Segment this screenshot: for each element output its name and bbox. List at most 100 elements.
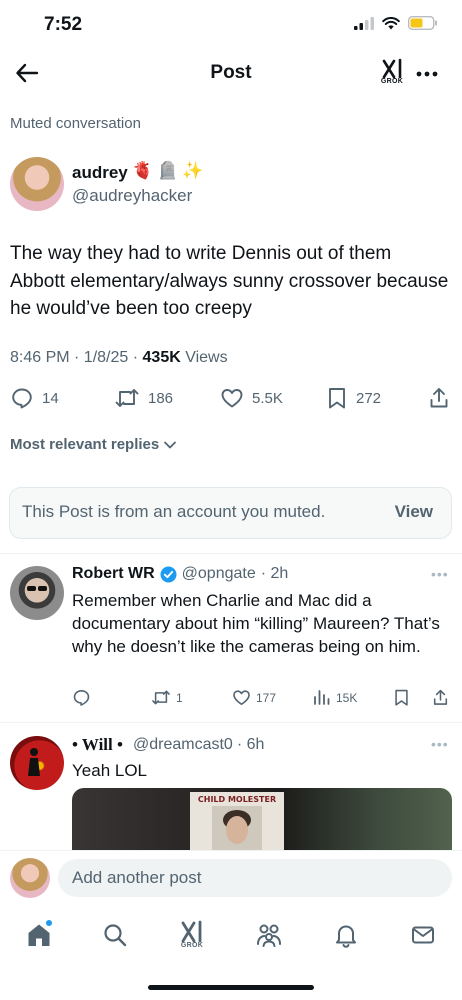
notification-dot (46, 920, 52, 926)
compose-input[interactable]: Add another post (58, 859, 452, 897)
repost-icon (115, 389, 139, 407)
heart-icon (233, 690, 250, 706)
verified-badge-icon (160, 566, 177, 582)
author-handle[interactable]: @audreyhacker (72, 186, 192, 206)
views-count: 435K (142, 349, 181, 366)
author-avatar[interactable] (10, 157, 64, 211)
compose-avatar[interactable] (10, 858, 50, 898)
search-icon (104, 924, 127, 947)
post-meta: 8:46 PM · 1/8/25 · 435K Views (10, 349, 228, 367)
bookmark-button[interactable]: 272 (326, 386, 381, 410)
divider (0, 722, 462, 723)
divider (0, 850, 462, 851)
reply-more-button[interactable]: ••• (431, 566, 449, 582)
reply-share-button[interactable] (432, 688, 449, 707)
battery-icon (408, 16, 437, 30)
post-text: The way they had to write Dennis out of … (10, 243, 449, 319)
reply-author-name[interactable]: Robert WR (72, 565, 155, 583)
headstone-emoji: 🪦 (157, 161, 179, 180)
mail-icon (412, 926, 434, 944)
sparkles-emoji: ✨ (182, 161, 204, 180)
status-icons (354, 16, 438, 30)
bookmark-count: 272 (356, 389, 382, 407)
nav-grok-label: GROK (180, 941, 204, 949)
signal-icon (354, 16, 374, 30)
reply-button[interactable]: 14 (10, 386, 59, 410)
nav-messages[interactable] (406, 918, 440, 952)
divider (0, 553, 462, 554)
muted-notice-text: This Post is from an account you muted. (22, 502, 326, 521)
sort-replies-dropdown[interactable]: Most relevant replies (10, 436, 177, 453)
reply-reply-button[interactable] (72, 688, 96, 707)
muted-post-notice: This Post is from an account you muted. … (9, 487, 452, 539)
share-button[interactable] (428, 386, 450, 410)
wifi-icon (382, 16, 400, 29)
reply-media-image[interactable]: CHILD MOLESTER (72, 788, 452, 850)
share-icon (433, 689, 448, 705)
reply-more-button[interactable]: ••• (431, 736, 449, 752)
reply-like-button[interactable]: 177 (232, 688, 276, 707)
nav-notifications[interactable] (329, 918, 363, 952)
reply-avatar-robert[interactable] (10, 566, 64, 620)
home-indicator (148, 985, 314, 990)
reply-icon (73, 689, 90, 706)
bookmark-icon (329, 388, 345, 409)
repost-icon (152, 690, 170, 705)
nav-grok[interactable]: GROK (175, 914, 209, 954)
views-label: Views (180, 349, 228, 366)
reply-header: Robert WR @opngate · 2h (72, 565, 288, 583)
share-icon (430, 388, 448, 408)
reply-bookmark-button[interactable] (393, 688, 410, 707)
reply-text: Remember when Charlie and Mac did a docu… (72, 591, 440, 656)
compose-placeholder: Add another post (72, 868, 202, 887)
like-count: 5.5K (252, 389, 283, 407)
reply-header: • Will • @dreamcast0 · 6h (72, 735, 264, 755)
reply-views-button[interactable]: 15K (312, 688, 357, 707)
grok-icon (382, 58, 402, 79)
post-timestamp: 8:46 PM · 1/8/25 · (10, 349, 143, 366)
reply-repost-count: 1 (176, 690, 183, 705)
nav-search[interactable] (98, 918, 132, 952)
nav-home[interactable] (22, 918, 56, 952)
status-time: 7:52 (44, 14, 83, 35)
sunglasses-icon (27, 586, 47, 591)
like-button[interactable]: 5.5K (220, 386, 283, 410)
bell-icon (336, 925, 356, 948)
reply-count: 14 (42, 389, 59, 407)
reply-text: Yeah LOL (72, 761, 147, 780)
view-muted-button[interactable]: View (395, 502, 433, 522)
reply-author-name[interactable]: • Will • (72, 735, 123, 755)
reply-avatar-will[interactable] (10, 736, 64, 790)
media-poster: CHILD MOLESTER (190, 792, 284, 850)
bottom-nav: GROK (0, 914, 462, 962)
heart-emoji: 🫀 (132, 161, 154, 180)
nav-communities[interactable] (252, 918, 286, 952)
figure-silhouette-icon (28, 748, 40, 776)
reply-author-handle[interactable]: @opngate (182, 565, 256, 583)
grok-icon (181, 920, 202, 942)
more-options-button[interactable] (414, 62, 440, 86)
grok-label: GROK (380, 78, 404, 85)
views-chart-icon (314, 690, 330, 705)
more-dots-icon (416, 71, 438, 77)
reply-like-count: 177 (256, 690, 277, 705)
reply-icon (12, 388, 32, 409)
poster-title: CHILD MOLESTER (197, 795, 277, 804)
author-name[interactable]: audrey (72, 163, 128, 183)
sort-label: Most relevant replies (10, 436, 160, 453)
grok-button[interactable]: GROK (378, 58, 406, 90)
communities-icon (257, 924, 281, 947)
bookmark-icon (395, 689, 408, 706)
repost-button[interactable]: 186 (114, 386, 173, 410)
muted-conversation-label: Muted conversation (10, 115, 141, 132)
repost-count: 186 (148, 389, 174, 407)
author-emojis: 🫀 🪦 ✨ (132, 161, 204, 181)
reply-author-handle[interactable]: @dreamcast0 (133, 736, 233, 754)
chevron-down-icon (164, 441, 177, 448)
reply-time: · 2h (260, 565, 289, 582)
face-photo-icon (212, 806, 262, 850)
post-actions: 14 186 5.5K 272 (10, 386, 452, 412)
reply-time: · 6h (236, 736, 265, 753)
reply-repost-button[interactable]: 1 (151, 688, 183, 707)
reply-views-count: 15K (336, 690, 358, 705)
